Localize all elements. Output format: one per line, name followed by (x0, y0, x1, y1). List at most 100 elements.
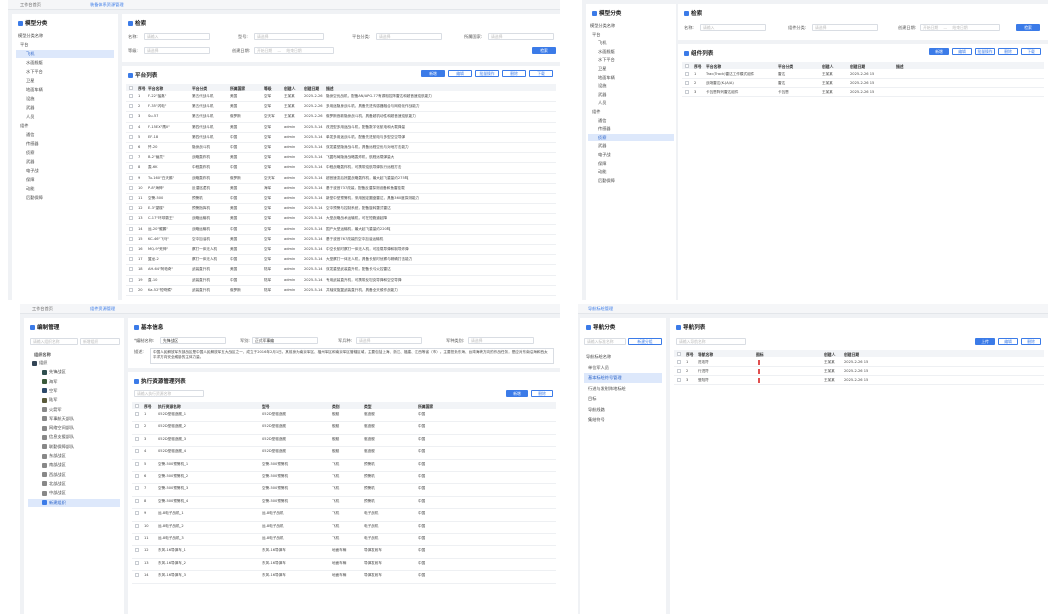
toolbar-button-3[interactable]: 删除 (998, 48, 1018, 55)
row-checkbox[interactable] (135, 511, 139, 516)
tree-item[interactable]: 人员 (16, 113, 114, 121)
table-row[interactable]: 13 C-17"环球霸王" 战略运输机 美国 空军 admin 2025-5-14 16大型… (126, 214, 556, 225)
tree-item[interactable]: 动能 (588, 168, 674, 176)
toolbar-button-3[interactable]: 删除 (502, 70, 526, 77)
row-checkbox[interactable] (129, 175, 133, 180)
select-all-checkbox[interactable] (129, 85, 133, 90)
org-tree-item[interactable]: 北部战区 (28, 480, 120, 488)
army-select[interactable]: 正式军事编 (252, 337, 318, 344)
toolbar-button-1[interactable]: 删除 (531, 390, 553, 397)
row-checkbox[interactable] (135, 449, 139, 454)
table-row[interactable]: 12 E-3"望楼" 预警指挥机 美国 空军 admin 2025-5-14 16空中预警与… (126, 204, 556, 215)
tree-item[interactable]: 单位军人员 (584, 363, 662, 373)
row-checkbox[interactable] (129, 104, 133, 109)
org-tree-item[interactable]: 东部战区 (28, 452, 120, 460)
table-row[interactable]: 3 Su-57 第五代战斗机 俄罗斯 空天军 王某某 2025-2-26 15俄罗斯首款隐身… (126, 112, 556, 123)
toolbar-button-0[interactable]: 新增 (421, 70, 445, 77)
row-checkbox[interactable] (129, 206, 133, 211)
org-tree-item[interactable]: 陆军 (28, 396, 120, 404)
tree-item[interactable]: 后勤保障 (588, 177, 674, 185)
org-tree-item[interactable]: 联勤保障部队 (28, 443, 120, 451)
row-checkbox[interactable] (685, 81, 689, 85)
row-checkbox[interactable] (129, 247, 133, 251)
org-tree-item[interactable]: 西部战区 (28, 471, 120, 479)
row-checkbox[interactable] (135, 436, 139, 441)
toolbar-button-2[interactable]: 删除 (1021, 338, 1041, 345)
tab-navigation[interactable]: 导航标绘管理 (588, 306, 613, 312)
row-checkbox[interactable] (129, 287, 133, 292)
toolbar-button-2[interactable]: 批量操作 (975, 48, 995, 55)
date-range-input[interactable]: 开始日期 — 结束日期 (920, 24, 1000, 31)
table-row[interactable]: 7 空警-500预警机_3 空警-500预警机 飞机 预警机 中国 (132, 484, 556, 497)
tree-item[interactable]: 卫星 (588, 65, 674, 73)
table-row[interactable]: 3 登陆符 王某某 2025-2-26 15 (674, 376, 1044, 385)
table-row[interactable]: 1 进攻符 王某某 2025-2-26 15 (674, 358, 1044, 367)
tree-item[interactable]: 导航线路 (584, 405, 662, 415)
date-range-input[interactable]: 开始日期 — 结束日期 (254, 47, 334, 54)
select-all-checkbox[interactable] (135, 403, 139, 408)
org-tree-item[interactable]: 海军 (28, 378, 120, 386)
org-name-input[interactable]: 先锋战区 (160, 337, 226, 344)
row-checkbox[interactable] (135, 461, 139, 466)
table-row[interactable]: 2 战场雷达(K-JA/A) 雷达 王某某 2025-2-26 15 (682, 79, 1044, 88)
org-tree-item[interactable]: 空军 (28, 387, 120, 395)
row-checkbox[interactable] (685, 72, 689, 76)
table-row[interactable]: 14 东风-16导弹车_3 东风-16导弹车 地面车辆 导弹发射车 中国 (132, 571, 556, 584)
nav-list-search-input[interactable]: 请输入导航名称 (676, 338, 746, 345)
org-tree-item[interactable]: 火箭军 (28, 406, 120, 414)
org-tree-item[interactable]: 先锋战区 (28, 368, 120, 376)
tree-item[interactable]: 侦察 (16, 149, 114, 157)
tree-item[interactable]: 武器 (16, 104, 114, 112)
table-row[interactable]: 8 空警-500预警机_4 空警-500预警机 飞机 预警机 中国 (132, 497, 556, 510)
tree-item[interactable]: 平台 (16, 41, 114, 49)
row-checkbox[interactable] (129, 94, 133, 98)
table-row[interactable]: 15 KC-46"飞马" 空中加油机 美国 空军 admin 2025-5-14 16基于波… (126, 235, 556, 245)
select-all-checkbox[interactable] (685, 63, 689, 68)
table-row[interactable]: 17 翼龙-2 察打一体无人机 中国 空军 admin 2025-5-14 16大型察打一体… (126, 255, 556, 266)
table-row[interactable]: 5 空警-500预警机_1 空警-500预警机 飞机 预警机 中国 (132, 460, 556, 472)
tree-item[interactable]: 设施 (16, 95, 114, 103)
tree-item[interactable]: 武器 (588, 91, 674, 99)
nav-search-input[interactable]: 请输入标准名称 (584, 338, 626, 345)
table-row[interactable]: 9 Tu-160"白天鹅" 战略轰炸机 俄罗斯 空天军 admin 2025-5-14 16… (126, 174, 556, 184)
org-tree-item[interactable]: 组织 (28, 359, 120, 367)
tree-item[interactable]: 行进与发射阵地标绘 (584, 384, 662, 394)
org-tree-item[interactable]: 网络空间部队 (28, 424, 120, 432)
table-row[interactable]: 1 Trac(Track)雷达工作模式组件 雷达 王某某 2025-2-26 15 (682, 70, 1044, 79)
table-row[interactable]: 3 052D型驱逐舰_3 052D型驱逐舰 舰艇 驱逐舰 中国 (132, 435, 556, 448)
table-row[interactable]: 20 Ka-52"短吻鳄" 武装直升机 俄罗斯 陆军 admin 2025-5-14 16共… (126, 286, 556, 296)
table-row[interactable]: 10 P-8"海神" 反潜巡逻机 美国 海军 admin 2025-5-14 16基于波音7… (126, 184, 556, 194)
tree-item[interactable]: 保障 (16, 176, 114, 184)
table-row[interactable]: 6 歼-20 隐身战斗机 中国 空军 admin 2025-5-14 16双发重型隐身战斗机… (126, 143, 556, 154)
table-row[interactable]: 1 F-22"猛禽" 第五代战斗机 美国 空军 王某某 2025-2-26 15隐身空优战机… (126, 92, 556, 103)
table-row[interactable]: 2 F-35"闪电" 第五代战斗机 美国 空军 王某某 2025-2-26 15多用途隐身战… (126, 102, 556, 113)
tab-component-resources[interactable]: 组件资源管理 (90, 306, 115, 312)
row-checkbox[interactable] (129, 277, 133, 282)
row-checkbox[interactable] (135, 498, 139, 503)
row-checkbox[interactable] (129, 155, 133, 160)
tree-item[interactable]: 水下平台 (588, 56, 674, 64)
tree-item[interactable]: 电子战 (588, 151, 674, 159)
table-row[interactable]: 4 052D型驱逐舰_4 052D型驱逐舰 舰艇 驱逐舰 中国 (132, 447, 556, 460)
row-checkbox[interactable] (129, 257, 133, 262)
tree-item[interactable]: 侦察 (588, 133, 674, 142)
tree-item[interactable]: 保障 (588, 160, 674, 168)
table-row[interactable]: 1 052D型驱逐舰_1 052D型驱逐舰 舰艇 驱逐舰 中国 (132, 410, 556, 423)
tree-item[interactable]: 后勤保障 (16, 194, 114, 202)
platform-category-select[interactable]: 请选择 (376, 33, 442, 40)
table-row[interactable]: 12 东风-16导弹车_1 东风-16导弹车 地面车辆 导弹发射车 中国 (132, 546, 556, 559)
search-button[interactable]: 检索 (532, 47, 556, 54)
component-category-select[interactable]: 请选择 (812, 24, 878, 31)
service-select[interactable]: 请选择 (356, 337, 422, 344)
row-checkbox[interactable] (129, 145, 133, 149)
table-row[interactable]: 11 空警-500 预警机 中国 空军 admin 2025-5-14 16新型中型预警机，… (126, 194, 556, 205)
tree-item[interactable]: 武器 (588, 142, 674, 150)
row-checkbox[interactable] (129, 185, 133, 190)
row-checkbox[interactable] (677, 378, 681, 382)
tree-item[interactable]: 目标 (584, 394, 662, 404)
add-org-input[interactable]: 新增组织 (80, 338, 120, 345)
tree-item[interactable]: 人员 (588, 99, 674, 107)
row-checkbox[interactable] (129, 165, 133, 170)
row-checkbox[interactable] (129, 216, 133, 221)
table-row[interactable]: 11 运-8电子战机_3 运-8电子战机 飞机 电子战机 中国 (132, 534, 556, 547)
